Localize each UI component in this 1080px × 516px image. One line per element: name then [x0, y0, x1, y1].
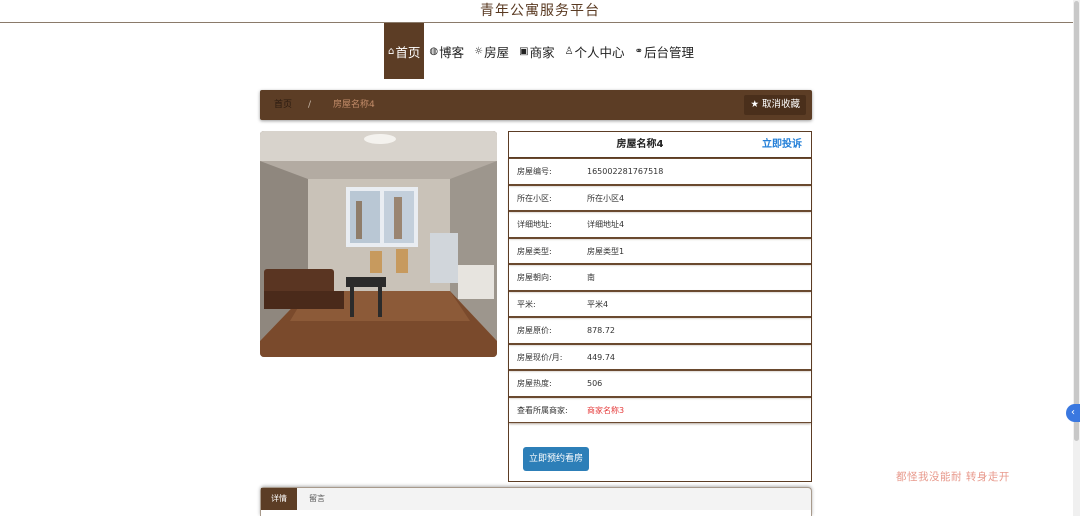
detail-row: 所在小区: 所在小区4: [509, 184, 811, 211]
tab-messages[interactable]: 留言: [299, 488, 335, 510]
blog-icon: ◍: [429, 45, 439, 57]
detail-row-label: 平米:: [517, 299, 536, 309]
breadcrumb-current: 房屋名称4: [333, 100, 375, 110]
nav-label: 商家: [529, 44, 555, 60]
unfavorite-button[interactable]: ★ 取消收藏: [744, 95, 806, 115]
room-photo: [260, 131, 497, 357]
nav-item-5[interactable]: ⚭ 后台管理: [630, 23, 699, 79]
nav-item-4[interactable]: ♙ 个人中心: [560, 23, 630, 79]
nav-item-2[interactable]: ☼ 房屋: [469, 23, 514, 79]
complain-link[interactable]: 立即投诉: [762, 132, 802, 158]
detail-row: 房屋类型: 房屋类型1: [509, 237, 811, 264]
detail-header: 房屋名称4 立即投诉: [509, 132, 811, 158]
site-title: 青年公寓服务平台: [480, 3, 600, 19]
breadcrumb: 首页 / 房屋名称4 ★ 取消收藏: [260, 90, 812, 120]
nav-label: 后台管理: [643, 44, 694, 60]
merchant-icon: ▣: [519, 45, 529, 57]
nav-label: 首页: [395, 44, 421, 60]
detail-row-value: 所在小区4: [587, 193, 625, 203]
home-icon: ⌂: [388, 45, 395, 57]
nav-label: 博客: [439, 44, 465, 60]
detail-row-label: 房屋热度:: [517, 379, 552, 388]
nav-label: 房屋: [484, 44, 510, 60]
scrollbar-thumb[interactable]: [1074, 1, 1079, 441]
detail-rows: 房屋编号: 1650022817675​18 所在小区: 所在小区4 详细地址: 详细地址…: [509, 158, 811, 423]
detail-row: 详细地址: 详细地址4: [509, 211, 811, 238]
detail-row-label: 详细地址:: [517, 220, 552, 229]
collapse-side-icon[interactable]: ‹: [1066, 404, 1080, 422]
detail-row-label: 房屋类型:: [517, 246, 552, 256]
top-header: 青年公寓服务平台: [0, 0, 1080, 23]
detail-row-value: 878.72: [587, 326, 615, 335]
room-name: 房屋名称4: [616, 139, 664, 150]
breadcrumb-separator: /: [308, 100, 312, 110]
nav-item-3[interactable]: ▣ 商家: [514, 23, 559, 79]
detail-row-value: 详细地址4: [587, 220, 625, 229]
house-icon: ☼: [474, 45, 484, 57]
merchant-link[interactable]: 商家名称3: [587, 398, 624, 424]
detail-row: 房屋编号: 1650022817675​18: [509, 158, 811, 185]
detail-row-value: 南: [587, 273, 595, 282]
main-nav: ⌂ 首页 ◍ 博客 ☼ 房屋 ▣ 商家 ♙ 个人中心 ⚭ 后台管理: [384, 23, 699, 79]
page-scrollbar[interactable]: [1073, 0, 1080, 516]
detail-row: 房屋热度: 506: [509, 370, 811, 397]
detail-row-label: 房屋编号:: [517, 167, 552, 176]
detail-row-label: 房屋朝向:: [517, 273, 552, 282]
tab-details[interactable]: 详情: [261, 488, 297, 510]
detail-row: 房屋现价/月: 449.74: [509, 343, 811, 370]
detail-row-label: 所在小区:: [517, 193, 552, 203]
detail-tabs: 详情 留言: [260, 487, 812, 516]
breadcrumb-home[interactable]: 首页: [274, 90, 292, 120]
link-icon: ⚭: [634, 45, 643, 57]
detail-row-value: 平米4: [587, 299, 609, 309]
detail-row: 平米: 平米4: [509, 290, 811, 317]
detail-row-value: 506: [587, 379, 603, 388]
nav-item-1[interactable]: ◍ 博客: [424, 23, 469, 79]
detail-row-value: 1650022817675​18: [587, 167, 664, 176]
detail-row-label: 查看所属商家:: [517, 405, 568, 415]
detail-row: 房屋朝向: 南: [509, 264, 811, 291]
detail-row-label: 房屋现价/月:: [517, 352, 563, 362]
detail-row: 查看所属商家: 商家名称3: [509, 396, 811, 424]
room-detail-panel: 房屋名称4 立即投诉 房屋编号: 1650022817675​18 所在小区: 所在小…: [508, 131, 812, 482]
book-viewing-button[interactable]: 立即预约看房: [523, 447, 590, 471]
nav-label: 个人中心: [574, 44, 625, 60]
nav-item-0[interactable]: ⌂ 首页: [384, 23, 425, 79]
detail-row: 房屋原价: 878.72: [509, 317, 811, 344]
detail-row-label: 房屋原价:: [517, 326, 552, 335]
detail-row-value: 房屋类型1: [587, 246, 625, 256]
tab-content: [261, 510, 811, 516]
user-icon: ♙: [564, 45, 574, 57]
watermark-text: 都怪我没能耐 转身走开: [896, 471, 1010, 483]
room-photo-illustration: [260, 131, 497, 357]
detail-row-value: 449.74: [587, 352, 615, 362]
